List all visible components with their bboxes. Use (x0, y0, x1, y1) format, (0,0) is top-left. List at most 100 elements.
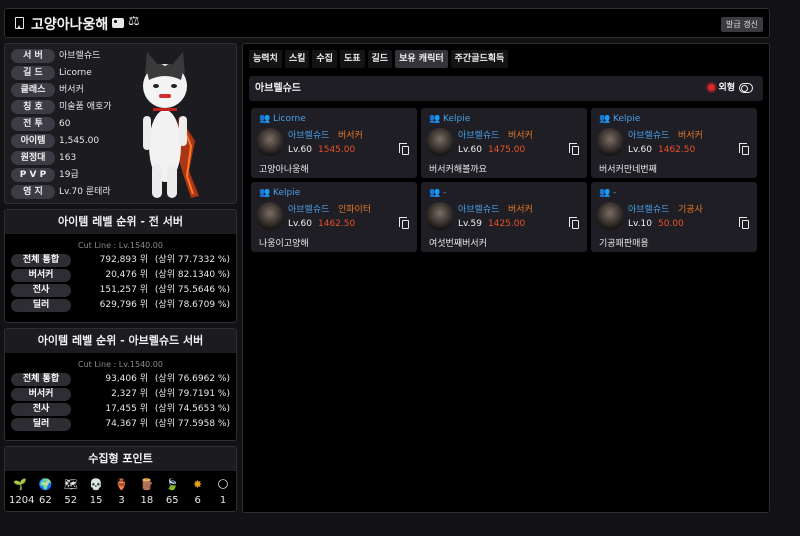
card-item-level: 50.00 (658, 219, 684, 229)
profile-value: Lv.70 룬테라 (59, 187, 111, 197)
rank-category: 버서커 (11, 388, 71, 401)
profile-label: 서 버 (11, 49, 55, 63)
people-icon: 👥 (599, 114, 611, 124)
tab-characters[interactable]: 보유 캐릭터 (395, 50, 448, 68)
collection-item[interactable]: 🗺 52 (60, 477, 82, 506)
guild-name: Kelpie (273, 188, 301, 198)
card-server: 아브렐슈드 (458, 205, 500, 215)
character-card[interactable]: 👥 - 아브렐슈드 기공사 Lv.10 50.00 기공패판매용 (591, 182, 757, 252)
collection-item[interactable]: 🪵 18 (136, 477, 158, 506)
id-card-icon[interactable] (112, 18, 124, 28)
collection-item[interactable]: ✸ 6 (187, 477, 209, 506)
avatar (256, 128, 284, 156)
tab-bar: 능력치 스킬 수집 도표 길드 보유 캐릭터 주간골드획득 (249, 50, 509, 68)
card-level: Lv.60 (458, 145, 482, 155)
tab-stats[interactable]: 능력치 (249, 50, 282, 68)
collection-item[interactable]: 🏺 3 (111, 477, 133, 506)
card-item-level: 1462.50 (658, 145, 696, 155)
toggle-icon[interactable] (739, 83, 753, 93)
rank-category: 딜러 (11, 418, 71, 431)
guild-name: - (613, 188, 617, 198)
rank-row: 버서커 2,327 위 (상위 79.7191 %) (5, 387, 236, 402)
rank-percent: (상위 77.5958 %) (154, 419, 230, 429)
scale-icon[interactable]: ⚖ (128, 14, 140, 29)
art-map-icon: 🗺 (63, 478, 78, 491)
rank-row: 버서커 20,476 위 (상위 82.1340 %) (5, 268, 236, 283)
rank-row: 전사 17,455 위 (상위 74.5653 %) (5, 402, 236, 417)
card-item-level: 1545.00 (318, 145, 356, 155)
card-class: 버서커 (508, 131, 533, 141)
guild-name: Kelpie (443, 114, 471, 124)
tab-collection[interactable]: 수집 (312, 50, 337, 68)
rank-row: 전체 통합 792,893 위 (상위 77.7332 %) (5, 253, 236, 268)
collection-value: 15 (89, 495, 103, 506)
collection-item[interactable]: 💀 15 (85, 477, 107, 506)
guild-name: Licorne (273, 114, 306, 124)
collection-value: 1 (219, 495, 227, 506)
rank-row: 전사 151,257 위 (상위 75.5646 %) (5, 283, 236, 298)
tab-guild[interactable]: 길드 (367, 50, 393, 68)
card-character-name: 버서커만네번째 (599, 165, 657, 175)
card-guild: 👥 Licorne (259, 114, 306, 124)
collection-item[interactable]: 🍃 65 (161, 477, 183, 506)
rank-title: 아이템 레벨 순위 - 아브렐슈드 서버 (5, 329, 236, 353)
card-character-name: 나웅이고양해 (259, 239, 309, 249)
avatar (596, 128, 624, 156)
character-card[interactable]: 👥 Kelpie 아브렐슈드 인파이터 Lv.60 1462.50 나웅이고양해 (251, 182, 417, 252)
renew-button[interactable]: 발급 갱신 (721, 17, 763, 32)
card-guild: 👥 Kelpie (599, 114, 640, 124)
collection-item[interactable]: 🌍 62 (34, 477, 56, 506)
character-card[interactable]: 👥 - 아브렐슈드 버서커 Lv.59 1425.00 여섯번째버서커 (421, 182, 587, 252)
guild-name: - (443, 188, 447, 198)
people-icon: 👥 (259, 114, 271, 124)
collection-value: 3 (118, 495, 125, 506)
profile-value: 60 (59, 119, 71, 129)
card-character-name: 기공패판매용 (599, 239, 649, 249)
copy-icon[interactable] (399, 217, 409, 229)
rank-percent: (상위 76.6962 %) (154, 374, 230, 384)
profile-value: 버서커 (59, 85, 84, 95)
guild-name: Kelpie (613, 114, 641, 124)
profile-value: 163 (59, 153, 77, 163)
people-icon: 👥 (429, 188, 441, 198)
seed-icon: 🌱 (13, 478, 27, 491)
rank-category: 전사 (11, 403, 71, 416)
copy-icon[interactable] (569, 217, 579, 229)
tab-charts[interactable]: 도표 (339, 50, 365, 68)
character-card[interactable]: 👥 Licorne 아브렐슈드 버서커 Lv.60 1545.00 고양아나웅해 (251, 108, 417, 178)
avatar (426, 202, 454, 230)
collection-item[interactable]: 🌕 1 (212, 477, 234, 506)
card-item-level: 1425.00 (488, 219, 526, 229)
avatar (256, 202, 284, 230)
collection-value: 18 (140, 495, 154, 506)
rank-title: 아이템 레벨 순위 - 전 서버 (5, 210, 236, 234)
card-guild: 👥 Kelpie (259, 188, 300, 198)
rank-percent: (상위 78.6709 %) (154, 300, 230, 310)
profile-label: 클래스 (11, 83, 55, 97)
card-server: 아브렐슈드 (458, 131, 500, 141)
copy-icon[interactable] (739, 143, 749, 155)
copy-icon[interactable] (739, 217, 749, 229)
collection-value: 6 (194, 495, 201, 506)
tab-weekly-gold[interactable]: 주간골드획득 (450, 50, 509, 68)
rank-panel-server: 아이템 레벨 순위 - 아브렐슈드 서버 Cut Line : Lv.1540.… (4, 328, 237, 441)
card-item-level: 1475.00 (488, 145, 526, 155)
profile-label: 영 지 (11, 185, 55, 199)
copy-icon[interactable] (399, 143, 409, 155)
collection-item[interactable]: 🌱 1204 (9, 477, 34, 506)
profile-value: 아브렐슈드 (59, 51, 101, 61)
card-class: 버서커 (678, 131, 703, 141)
copy-icon[interactable] (569, 143, 579, 155)
bookmark-icon[interactable] (15, 17, 24, 29)
rank-value: 629,796 위 (99, 300, 148, 310)
profile-value: 19급 (59, 170, 79, 180)
rank-value: 74,367 위 (105, 419, 148, 429)
rank-percent: (상위 75.5646 %) (154, 285, 230, 295)
rank-category: 딜러 (11, 299, 71, 312)
character-card[interactable]: 👥 Kelpie 아브렐슈드 버서커 Lv.60 1462.50 버서커만네번째 (591, 108, 757, 178)
character-card[interactable]: 👥 Kelpie 아브렐슈드 버서커 Lv.60 1475.00 버서커해볼까요 (421, 108, 587, 178)
people-icon: 👥 (259, 188, 271, 198)
rank-percent: (상위 82.1340 %) (154, 270, 230, 280)
tab-skills[interactable]: 스킬 (284, 50, 310, 68)
people-icon: 👥 (599, 188, 611, 198)
